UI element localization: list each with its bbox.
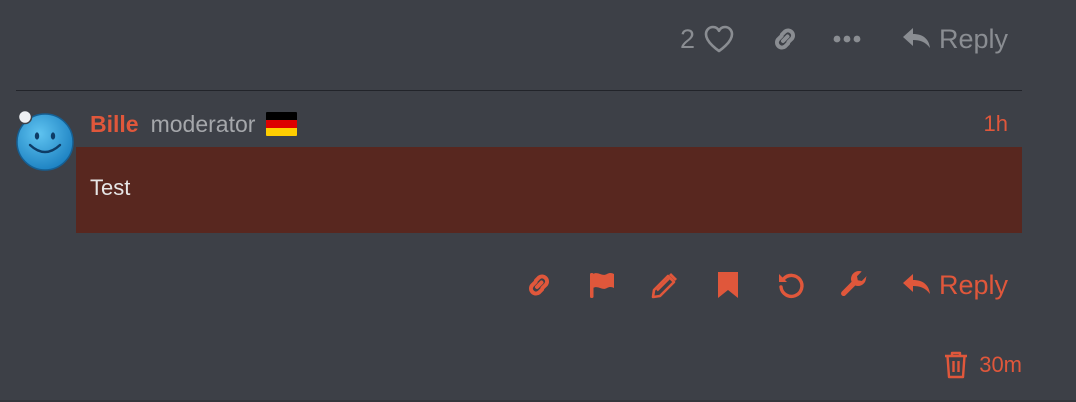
post-header: Bille moderator 1h	[90, 108, 1008, 140]
like-count[interactable]: 2	[680, 24, 695, 55]
avatar[interactable]	[15, 109, 75, 171]
user-title: moderator	[150, 110, 256, 137]
reply-label: Reply	[938, 269, 1008, 300]
undo-icon[interactable]	[775, 269, 807, 301]
deleted-time[interactable]: 30m	[979, 352, 1022, 378]
germany-flag-icon	[266, 112, 298, 136]
deleted-info: 30m	[943, 350, 1022, 380]
link-icon[interactable]	[523, 269, 555, 301]
post-stream: 2 Reply Bille moderator 1h Test Reply 30…	[0, 0, 1076, 402]
trash-icon[interactable]	[943, 350, 969, 380]
wrench-icon[interactable]	[838, 269, 870, 301]
flag-icon[interactable]	[586, 269, 618, 301]
reply-arrow-icon	[901, 23, 933, 55]
username[interactable]: Bille	[90, 111, 139, 138]
ellipsis-icon[interactable]	[831, 23, 863, 55]
reply-button[interactable]: Reply	[901, 23, 1008, 55]
reply-button[interactable]: Reply	[901, 269, 1008, 301]
post-text: Test	[90, 175, 131, 200]
previous-post-actions: 2 Reply	[680, 18, 1008, 60]
reply-label: Reply	[938, 23, 1008, 54]
post-actions: Reply	[523, 264, 1008, 306]
post-time[interactable]: 1h	[984, 111, 1008, 137]
post-body: Test	[76, 147, 1022, 233]
post-divider	[16, 90, 1022, 91]
heart-icon[interactable]	[703, 23, 735, 55]
reply-arrow-icon	[901, 269, 933, 301]
link-icon[interactable]	[769, 23, 801, 55]
bookmark-icon[interactable]	[712, 269, 744, 301]
pencil-icon[interactable]	[649, 269, 681, 301]
